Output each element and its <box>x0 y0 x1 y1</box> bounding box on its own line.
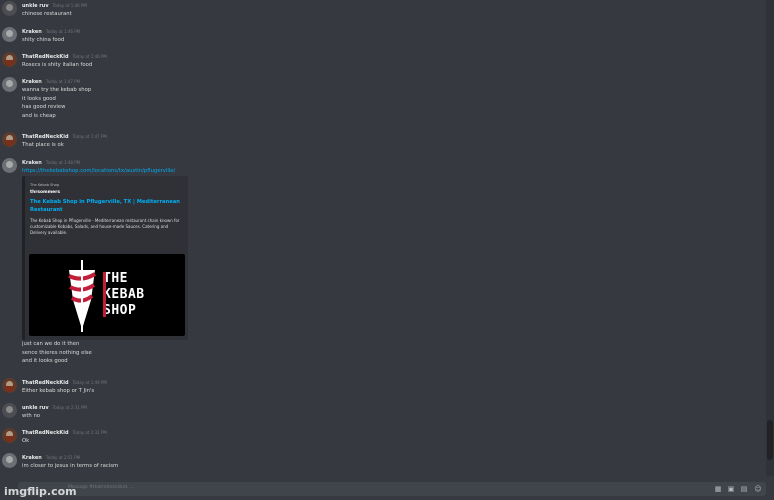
message-input-placeholder[interactable]: Message #thatredneckkid, ... <box>68 485 134 490</box>
username[interactable]: ThatRedNeckKid <box>22 380 69 386</box>
user-avatar[interactable] <box>2 403 17 418</box>
username[interactable]: ThatRedNeckKid <box>22 134 69 140</box>
message-input-bar[interactable]: Message #thatredneckkid, ... ▦ ▣ ▤ ☺ <box>18 482 766 496</box>
timestamp: Today at 2:31 PM <box>52 405 87 410</box>
embed-author: thrsommers <box>30 190 60 195</box>
sticker-icon[interactable]: ▤ <box>740 485 748 493</box>
timestamp: Today at 1:46 PM <box>52 3 87 8</box>
username[interactable]: Kraken <box>22 29 42 35</box>
message-text: Ok <box>22 438 30 444</box>
username[interactable]: ThatRedNeckKid <box>22 54 69 60</box>
user-avatar[interactable] <box>2 52 17 67</box>
timestamp: Today at 1:47 PM <box>45 79 81 84</box>
timestamp: Today at 1:49 PM <box>72 380 107 385</box>
chat-message-list[interactable]: unkle ruv Today at 1:46 PM chinese restau… <box>0 0 766 476</box>
user-avatar[interactable] <box>2 1 17 16</box>
scrollbar-thumb[interactable] <box>767 420 773 460</box>
logo-text-kebab: KEBAB <box>103 287 145 302</box>
kebab-logo-icon <box>68 260 97 332</box>
gift-icon[interactable]: ▦ <box>714 485 722 493</box>
timestamp: Today at 1:46 PM <box>45 29 81 34</box>
embed-title[interactable]: The Kebab Shop in Pflugerville, TX | Med… <box>30 198 180 214</box>
user-avatar[interactable] <box>2 453 17 468</box>
timestamp: Today at 1:48 PM <box>45 160 81 165</box>
link-embed: The Kebab Shop thrsommers The Kebab Shop… <box>22 176 188 340</box>
message-group: Kraken Today at 1:46 PM shity china food <box>0 26 722 46</box>
message-group: Kraken Today at 2:51 PM im closer to jesu… <box>0 452 722 472</box>
timestamp: Today at 1:46 PM <box>72 54 107 59</box>
embed-image[interactable]: THE KEBAB SHOP <box>29 254 185 336</box>
timestamp: Today at 2:51 PM <box>45 455 81 460</box>
message-text: just can we do it then <box>22 341 80 347</box>
message-group: Kraken Today at 1:47 PM wanna try the keb… <box>0 76 722 120</box>
message-group: ThatRedNeckKid Today at 1:46 PM Rosecs is… <box>0 51 722 71</box>
emoji-icon[interactable]: ☺ <box>754 485 762 493</box>
user-avatar[interactable] <box>2 378 17 393</box>
username[interactable]: Kraken <box>22 79 42 85</box>
timestamp: Today at 2:31 PM <box>72 430 107 435</box>
username[interactable]: ThatRedNeckKid <box>22 430 69 436</box>
message-group: ThatRedNeckKid Today at 1:49 PM Either ke… <box>0 377 722 397</box>
message-text: wanna try the kebab shop <box>22 87 92 93</box>
imgflip-watermark: imgflip.com <box>4 485 77 498</box>
gif-icon[interactable]: ▣ <box>727 485 735 493</box>
user-avatar[interactable] <box>2 132 17 147</box>
username[interactable]: Kraken <box>22 455 42 461</box>
embed-description: The Kebab Shop in Pflugerville - Mediter… <box>30 218 180 235</box>
user-avatar[interactable] <box>2 27 17 42</box>
message-text: has good review <box>22 104 66 110</box>
username[interactable]: unkle ruv <box>22 405 49 411</box>
user-avatar[interactable] <box>2 77 17 92</box>
message-text: and is cheap <box>22 112 56 119</box>
message-text: sence thieres nothing else <box>22 349 92 356</box>
message-group: unkle ruv Today at 2:31 PM wth no <box>0 402 722 422</box>
message-text: shity china food <box>22 37 65 43</box>
message-group-continuation: just can we do it then sence thieres not… <box>22 340 92 366</box>
logo-text-shop: SHOP <box>103 303 137 318</box>
username[interactable]: unkle ruv <box>22 3 49 9</box>
message-group: Kraken Today at 1:48 PM https://thekebabs… <box>0 157 722 177</box>
user-avatar[interactable] <box>2 158 17 173</box>
message-group: ThatRedNeckKid Today at 2:31 PM Ok <box>0 427 722 447</box>
message-text: wth no <box>22 413 41 419</box>
message-group: unkle ruv Today at 1:46 PM chinese restau… <box>0 0 722 20</box>
user-avatar[interactable] <box>2 428 17 443</box>
message-text: Either kebab shop or T Jin's <box>22 388 95 394</box>
message-group: ThatRedNeckKid Today at 1:47 PM That plac… <box>0 131 722 151</box>
message-text: That place is ok <box>22 142 64 148</box>
message-link[interactable]: https://thekebabshop.com/locations/tx/au… <box>22 167 722 176</box>
message-text: it looks good <box>22 95 56 102</box>
message-text: chinese restaurant <box>22 11 72 17</box>
message-text: im closer to jesus in terms of racism <box>22 463 119 469</box>
message-text: and it looks good <box>22 358 68 364</box>
logo-red-bar <box>103 272 106 317</box>
chat-scrollbar[interactable] <box>766 0 774 476</box>
logo-text-the: THE <box>103 271 128 286</box>
message-text: Rosecs is shity italian food <box>22 62 93 68</box>
username[interactable]: Kraken <box>22 160 42 166</box>
timestamp: Today at 1:47 PM <box>72 134 107 139</box>
